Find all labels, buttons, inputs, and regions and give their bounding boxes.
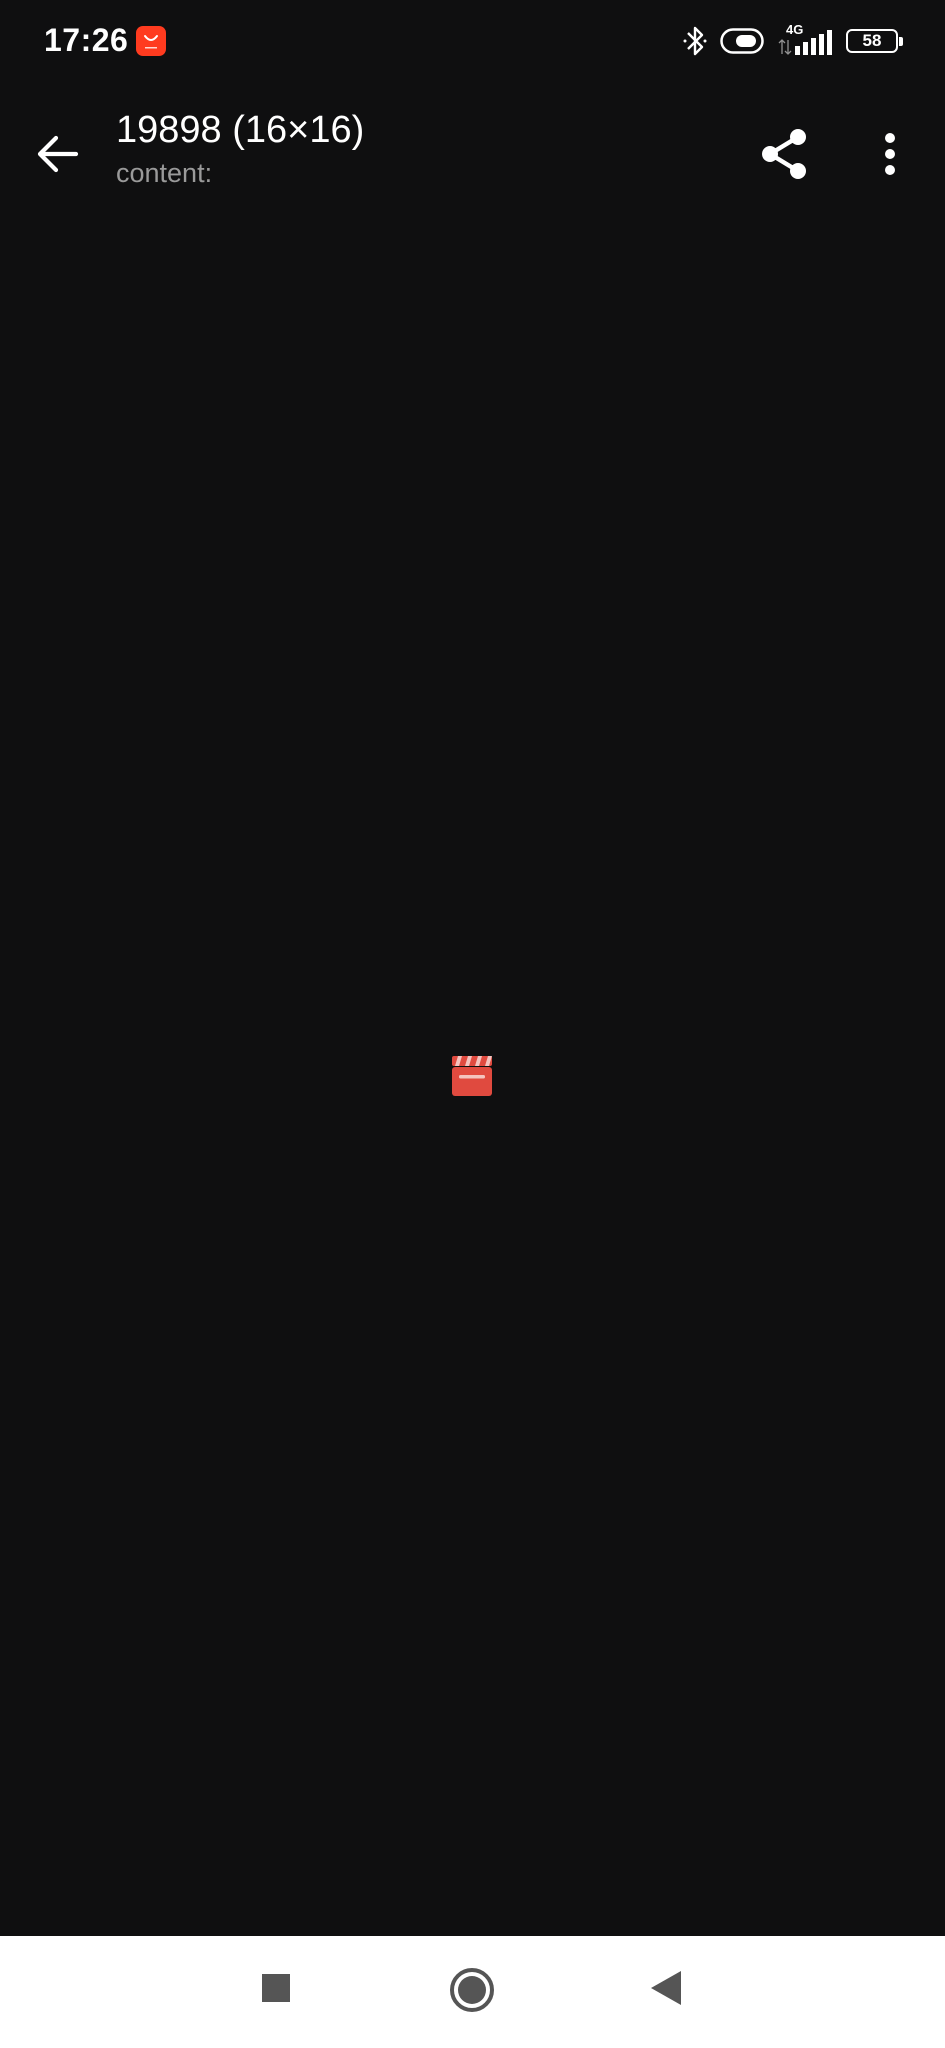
page-subtitle: content: [116, 158, 213, 188]
title-block: 19898 (16×16) content: [116, 108, 364, 190]
home-button[interactable] [448, 1966, 496, 2014]
app-notification-icon [136, 26, 166, 56]
media-preview[interactable] [452, 1056, 492, 1096]
back-button[interactable] [22, 118, 94, 190]
system-back-button[interactable] [644, 1966, 688, 2010]
bluetooth-icon [683, 26, 707, 56]
app-bar: 19898 (16×16) content: [0, 90, 945, 210]
more-options-button[interactable] [854, 118, 926, 190]
recents-square-icon [262, 1974, 290, 2002]
battery-level: 58 [862, 31, 882, 50]
back-triangle-icon [651, 1971, 681, 2005]
home-circle-icon [450, 1968, 494, 2012]
share-icon [762, 129, 806, 179]
system-nav-bar [0, 1936, 945, 2048]
share-button[interactable] [748, 118, 820, 190]
page-title: 19898 (16×16) [116, 109, 365, 151]
battery-icon: 58 [846, 29, 903, 53]
more-vert-icon [885, 133, 895, 175]
toggle-icon [720, 28, 764, 54]
screen: 17:26 4G 58 19898 (16×16) content: [0, 0, 945, 2048]
status-time: 17:26 [44, 22, 129, 58]
clapperboard-icon [452, 1056, 492, 1096]
recents-button[interactable] [256, 1968, 296, 2008]
status-bar: 17:26 4G 58 [0, 0, 945, 84]
back-arrow-icon [37, 135, 79, 173]
signal-icon [778, 30, 832, 55]
